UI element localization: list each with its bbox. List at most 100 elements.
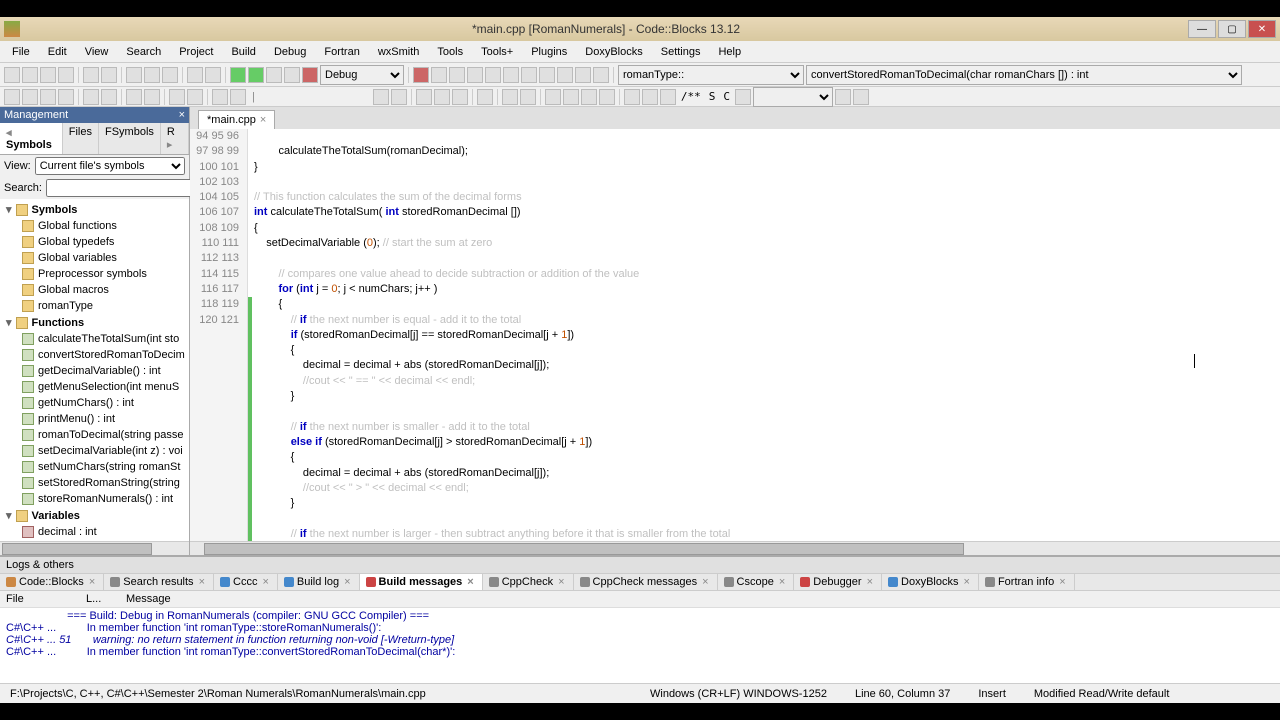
tool2-icon[interactable] <box>660 89 676 105</box>
debug-stop-icon[interactable] <box>557 67 573 83</box>
log-tab-cscope[interactable]: Cscope× <box>718 574 795 590</box>
minimize-button[interactable]: — <box>1188 20 1216 38</box>
menu-tools[interactable]: Tools <box>429 44 471 60</box>
view-select[interactable]: Current file's symbols <box>35 157 185 175</box>
log-tab-close-icon[interactable]: × <box>777 576 787 588</box>
log-tab-cppcheck[interactable]: CppCheck× <box>483 574 574 590</box>
menu-view[interactable]: View <box>77 44 117 60</box>
mgmt-tab-symbols[interactable]: ◂ Symbols <box>0 123 63 154</box>
menu-project[interactable]: Project <box>171 44 221 60</box>
menu-doxyblocks[interactable]: DoxyBlocks <box>577 44 650 60</box>
tool2-icon[interactable] <box>853 89 869 105</box>
tree-item[interactable]: setDecimalVariable(int z) : voi <box>2 443 187 459</box>
panel-close-icon[interactable]: × <box>179 109 185 121</box>
step-out-icon[interactable] <box>485 67 501 83</box>
save-icon[interactable] <box>40 67 56 83</box>
tree-item[interactable]: romanType <box>2 298 187 314</box>
tool2-icon[interactable] <box>126 89 142 105</box>
log-tab-close-icon[interactable]: × <box>1057 576 1067 588</box>
symbol-search-input[interactable] <box>46 179 192 197</box>
log-tab-close-icon[interactable]: × <box>556 576 566 588</box>
build-run-icon[interactable] <box>266 67 282 83</box>
menu-help[interactable]: Help <box>710 44 749 60</box>
menu-file[interactable]: File <box>4 44 38 60</box>
tree-item[interactable]: Global functions <box>2 218 187 234</box>
tool2-icon[interactable] <box>563 89 579 105</box>
log-tab-close-icon[interactable]: × <box>197 576 207 588</box>
mgmt-tab-files[interactable]: Files <box>63 123 99 154</box>
log-tab-search-results[interactable]: Search results× <box>104 574 214 590</box>
log-tab-debugger[interactable]: Debugger× <box>794 574 882 590</box>
log-tab-close-icon[interactable]: × <box>465 576 475 588</box>
tool2-icon[interactable] <box>101 89 117 105</box>
editor-hscroll[interactable] <box>190 541 1280 555</box>
tool2-icon[interactable] <box>520 89 536 105</box>
tool2-icon[interactable] <box>144 89 160 105</box>
aux-select[interactable] <box>753 87 833 107</box>
tree-item[interactable]: getNumChars() : int <box>2 395 187 411</box>
maximize-button[interactable]: ▢ <box>1218 20 1246 38</box>
rebuild-icon[interactable] <box>284 67 300 83</box>
tool2-icon[interactable] <box>391 89 407 105</box>
log-tab-cccc[interactable]: Cccc× <box>214 574 278 590</box>
log-line[interactable]: C#\C++ ... 51 warning: no return stateme… <box>6 634 1274 646</box>
tool2-icon[interactable] <box>22 89 38 105</box>
tree-header[interactable]: ▾Functions <box>2 314 187 331</box>
logs-body[interactable]: === Build: Debug in RomanNumerals (compi… <box>0 608 1280 683</box>
nav-back-icon[interactable] <box>169 89 185 105</box>
save-all-icon[interactable] <box>58 67 74 83</box>
tool2-icon[interactable] <box>416 89 432 105</box>
log-tab-cppcheck-messages[interactable]: CppCheck messages× <box>574 574 718 590</box>
tree-item[interactable]: convertStoredRomanToDecim <box>2 347 187 363</box>
tool2-icon[interactable] <box>545 89 561 105</box>
editor-tab-main[interactable]: *main.cpp × <box>198 110 275 129</box>
tree-item[interactable]: Global variables <box>2 250 187 266</box>
log-line[interactable]: C#\C++ ... In member function 'int roman… <box>6 646 1274 658</box>
tool2-icon[interactable] <box>4 89 20 105</box>
debug-window-icon[interactable] <box>575 67 591 83</box>
menu-search[interactable]: Search <box>118 44 169 60</box>
log-line[interactable]: C#\C++ ... In member function 'int roman… <box>6 622 1274 634</box>
tool2-icon[interactable] <box>373 89 389 105</box>
menu-fortran[interactable]: Fortran <box>316 44 367 60</box>
tool2-icon[interactable] <box>581 89 597 105</box>
tool2-icon[interactable] <box>835 89 851 105</box>
mgmt-hscroll[interactable] <box>0 541 189 555</box>
undo-icon[interactable] <box>83 67 99 83</box>
menu-build[interactable]: Build <box>223 44 263 60</box>
debug-info-icon[interactable] <box>593 67 609 83</box>
log-tab-fortran-info[interactable]: Fortran info× <box>979 574 1075 590</box>
log-tab-close-icon[interactable]: × <box>700 576 710 588</box>
log-tab-close-icon[interactable]: × <box>87 576 97 588</box>
tree-item[interactable]: setStoredRomanString(string <box>2 475 187 491</box>
tool2-icon[interactable] <box>642 89 658 105</box>
log-tab-build-log[interactable]: Build log× <box>278 574 360 590</box>
debug-cursor-icon[interactable] <box>521 67 537 83</box>
tab-close-icon[interactable]: × <box>260 114 266 126</box>
step-into-icon[interactable] <box>467 67 483 83</box>
menu-settings[interactable]: Settings <box>653 44 709 60</box>
tool2-icon[interactable] <box>58 89 74 105</box>
debug-break-icon[interactable] <box>539 67 555 83</box>
menu-edit[interactable]: Edit <box>40 44 75 60</box>
paste-icon[interactable] <box>162 67 178 83</box>
tool2-icon[interactable] <box>434 89 450 105</box>
tree-item[interactable]: getMenuSelection(int menuS <box>2 379 187 395</box>
build-icon[interactable] <box>230 67 246 83</box>
code-editor[interactable]: 94 95 96 97 98 99 100 101 102 103 104 10… <box>190 129 1280 541</box>
tree-item[interactable]: calculateTheTotalSum(int sto <box>2 331 187 347</box>
tree-item[interactable]: romanToDecimal(string passe <box>2 427 187 443</box>
mgmt-tab-r[interactable]: R ▸ <box>161 123 189 154</box>
tool2-icon[interactable] <box>624 89 640 105</box>
new-file-icon[interactable] <box>4 67 20 83</box>
log-tab-close-icon[interactable]: × <box>865 576 875 588</box>
find-icon[interactable] <box>187 67 203 83</box>
debug-next-icon[interactable] <box>503 67 519 83</box>
log-tab-close-icon[interactable]: × <box>342 576 352 588</box>
tool2-icon[interactable] <box>40 89 56 105</box>
tool2-icon[interactable] <box>477 89 493 105</box>
build-config-select[interactable]: Debug <box>320 65 404 85</box>
debug-start-icon[interactable] <box>413 67 429 83</box>
log-tab-build-messages[interactable]: Build messages× <box>360 574 483 590</box>
open-file-icon[interactable] <box>22 67 38 83</box>
